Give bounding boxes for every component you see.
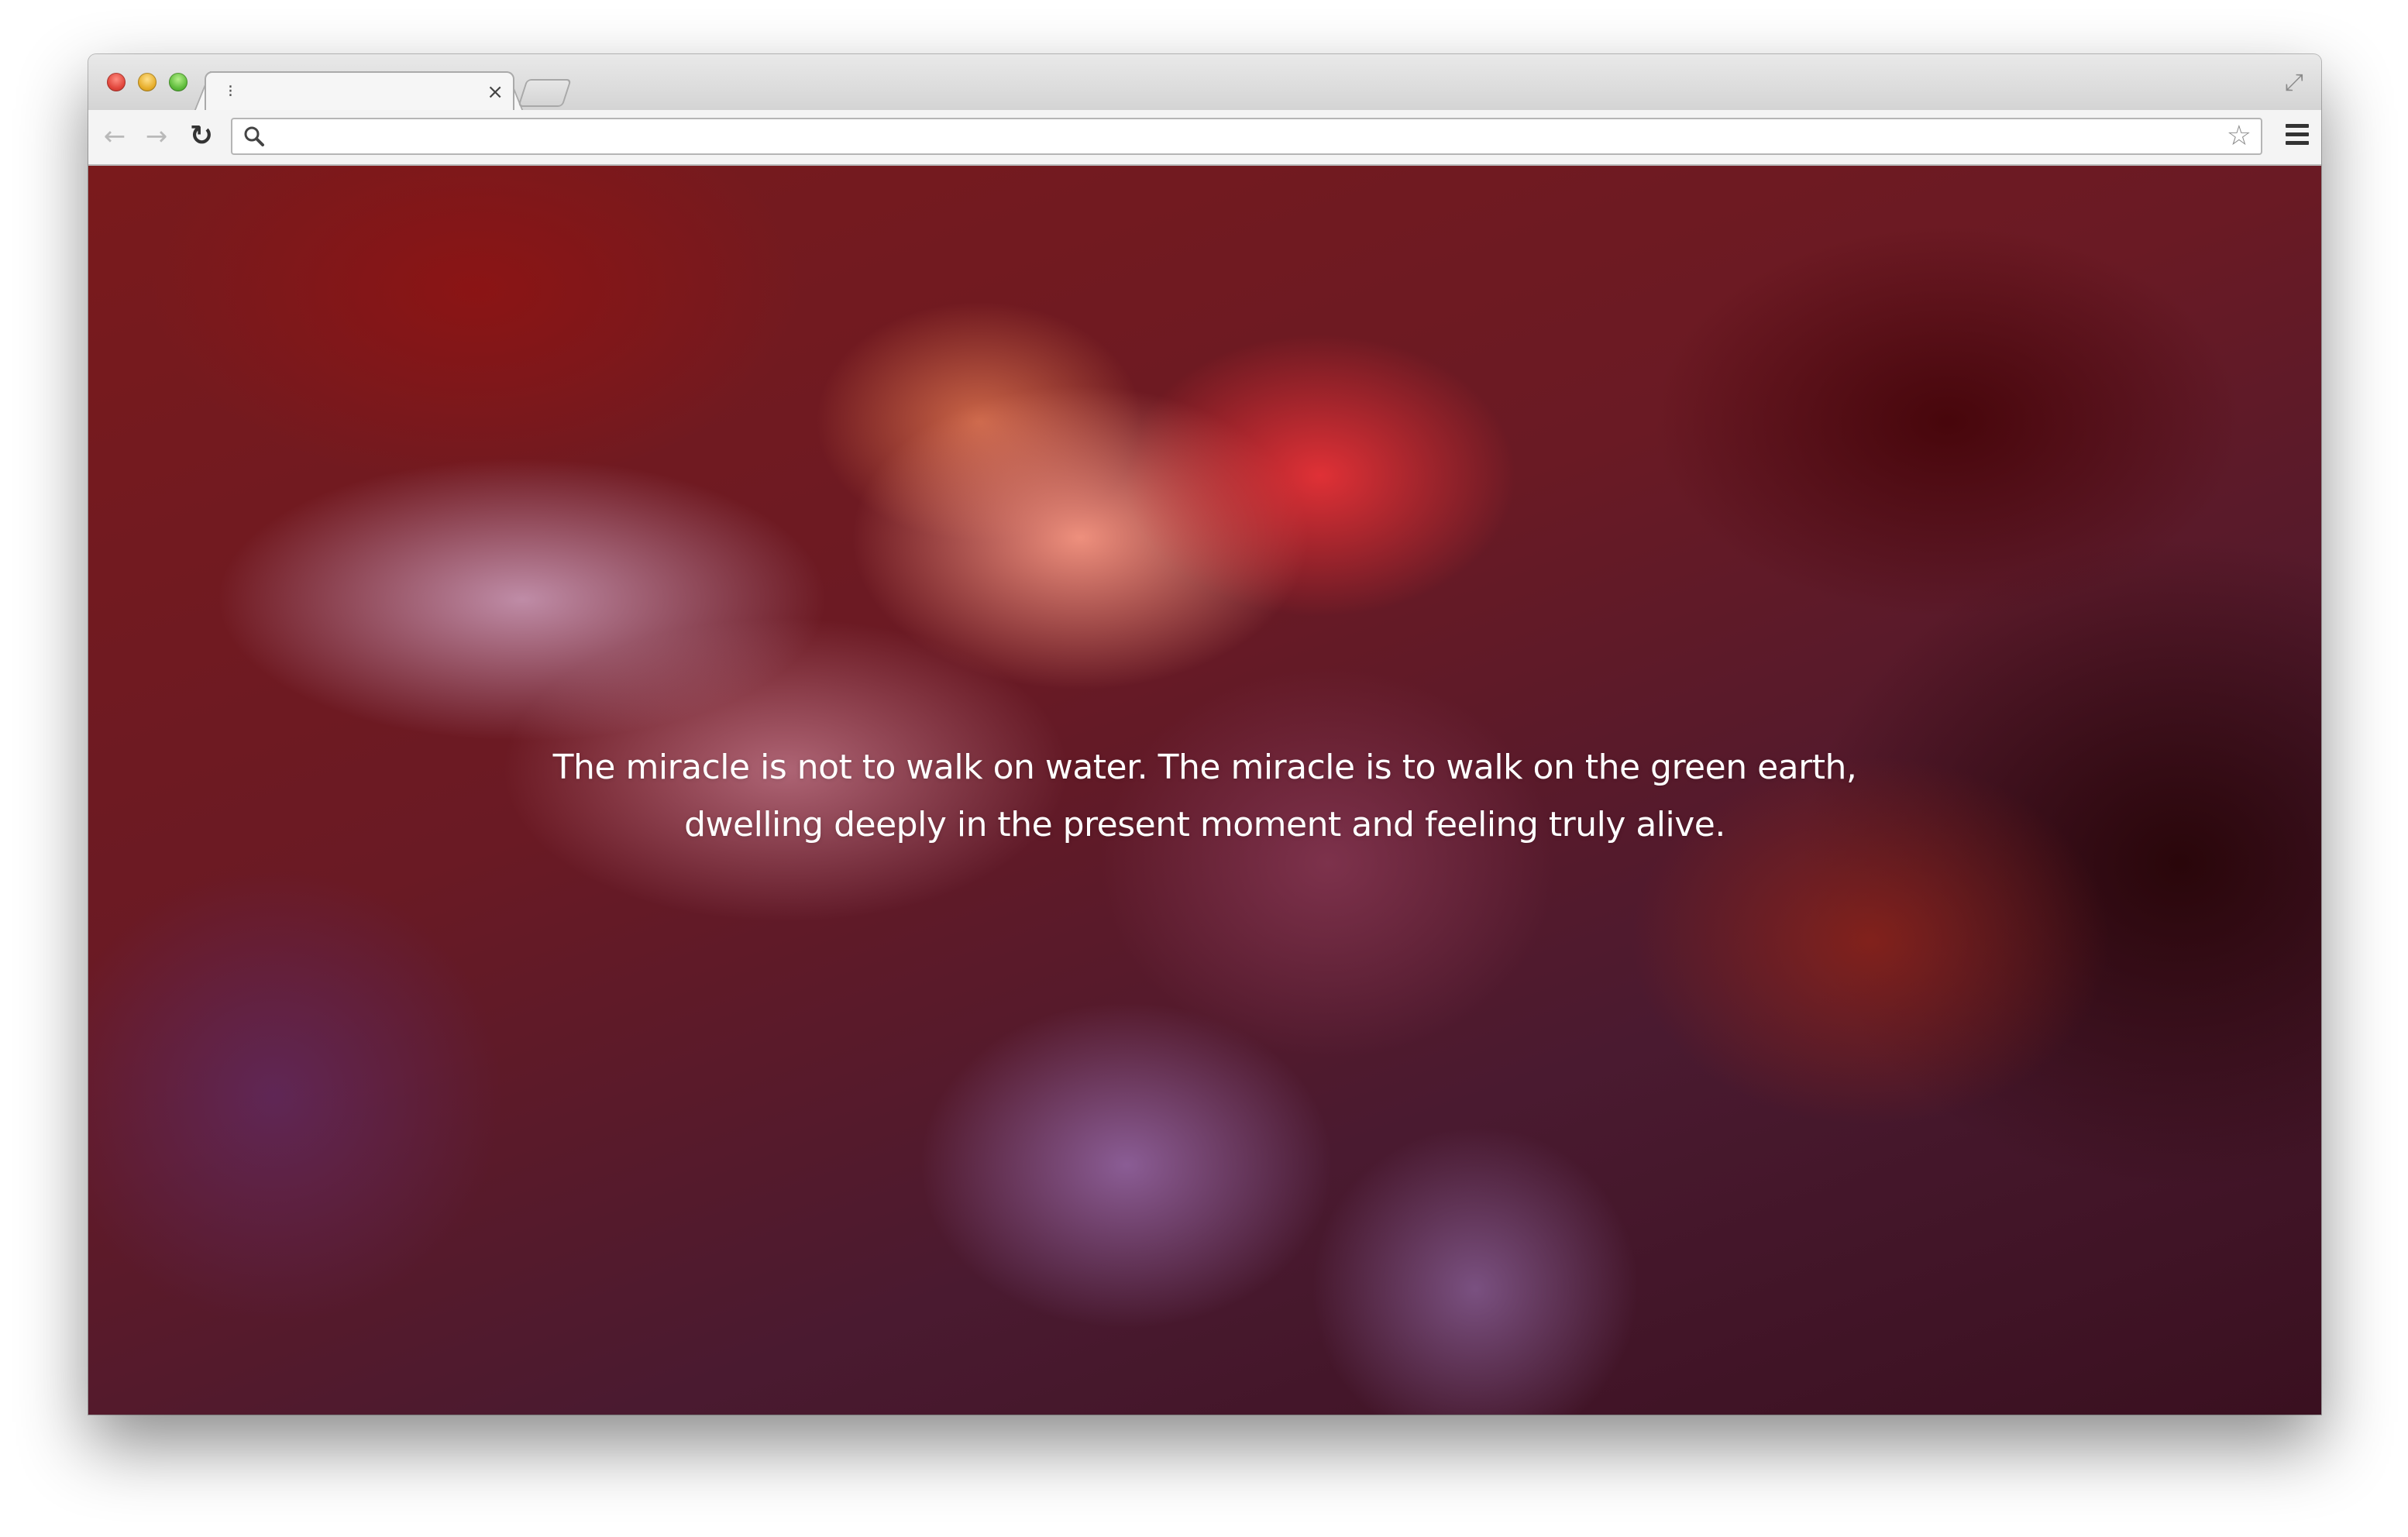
quote-line-2: dwelling deeply in the present moment an… bbox=[684, 805, 1725, 844]
new-tab-button[interactable] bbox=[518, 79, 572, 107]
page-content: The miracle is not to walk on water. The… bbox=[88, 166, 2321, 1415]
quote-text: The miracle is not to walk on water. The… bbox=[88, 739, 2321, 854]
browser-toolbar: ← → ↻ ☆ bbox=[88, 110, 2321, 166]
star-icon[interactable]: ☆ bbox=[2227, 122, 2251, 150]
reload-icon[interactable]: ↻ bbox=[186, 121, 217, 152]
forward-arrow-icon[interactable]: → bbox=[141, 121, 172, 152]
close-window-button[interactable] bbox=[107, 73, 126, 91]
browser-window: ⁝ × ⤢ ← → ↻ ☆ The miracle is not to walk… bbox=[88, 54, 2321, 1415]
back-arrow-icon[interactable]: ← bbox=[99, 121, 130, 152]
loading-spinner-icon: ⁝ bbox=[228, 82, 233, 101]
zoom-window-button[interactable] bbox=[169, 73, 187, 91]
fullscreen-icon[interactable]: ⤢ bbox=[2281, 70, 2307, 96]
address-input[interactable] bbox=[279, 124, 2203, 150]
address-bar[interactable]: ☆ bbox=[231, 118, 2262, 155]
tab-close-icon[interactable]: × bbox=[487, 81, 504, 104]
search-icon bbox=[244, 126, 264, 146]
hamburger-menu-icon[interactable] bbox=[2286, 124, 2309, 146]
quote-line-1: The miracle is not to walk on water. The… bbox=[552, 748, 1857, 787]
minimize-window-button[interactable] bbox=[138, 73, 157, 91]
active-tab[interactable]: ⁝ × bbox=[205, 71, 514, 113]
title-bar: ⁝ × ⤢ bbox=[88, 54, 2321, 113]
